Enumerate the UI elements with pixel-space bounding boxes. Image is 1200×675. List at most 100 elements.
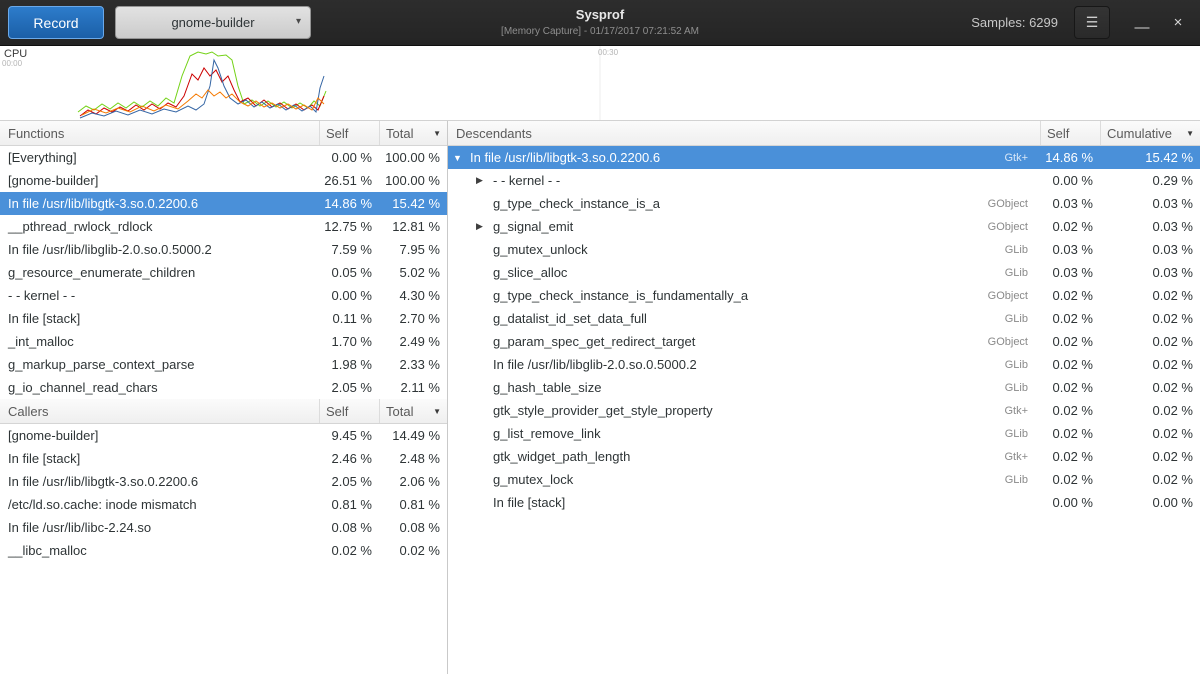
total-percent: 2.33 % — [379, 357, 447, 372]
table-row[interactable]: __pthread_rwlock_rdlock12.75 %12.81 % — [0, 215, 447, 238]
table-row[interactable]: _int_malloc1.70 %2.49 % — [0, 330, 447, 353]
row-name-cell: g_list_remove_link — [448, 426, 1005, 441]
row-name-cell: g_hash_table_size — [448, 380, 1005, 395]
capture-subtitle: [Memory Capture] - 01/17/2017 07:21:52 A… — [501, 26, 699, 37]
descendants-self-column-header[interactable]: Self — [1040, 121, 1100, 145]
table-row[interactable]: g_type_check_instance_is_aGObject0.03 %0… — [448, 192, 1200, 215]
row-label: g_list_remove_link — [493, 426, 601, 441]
row-label: g_mutex_lock — [493, 472, 573, 487]
table-row[interactable]: In file /usr/lib/libgtk-3.so.0.2200.6 2.0… — [0, 470, 447, 493]
table-row[interactable]: In file /usr/lib/libglib-2.0.so.0.5000.2… — [0, 238, 447, 261]
total-percent: 12.81 % — [379, 219, 447, 234]
row-name-cell: ▶- - kernel - - — [448, 173, 1028, 188]
table-row[interactable]: g_param_spec_get_redirect_targetGObject0… — [448, 330, 1200, 353]
table-row[interactable]: In file /usr/lib/libgtk-3.so.0.2200.6 14.… — [0, 192, 447, 215]
row-name-cell: g_type_check_instance_is_fundamentally_a — [448, 288, 988, 303]
table-row[interactable]: g_slice_allocGLib0.03 %0.03 % — [448, 261, 1200, 284]
self-percent: 12.75 % — [319, 219, 379, 234]
self-percent: 14.86 % — [319, 196, 379, 211]
table-row[interactable]: g_datalist_id_set_data_fullGLib0.02 %0.0… — [448, 307, 1200, 330]
table-row[interactable]: g_io_channel_read_chars2.05 %2.11 % — [0, 376, 447, 399]
close-button[interactable]: × — [1164, 8, 1192, 38]
table-row[interactable]: In file [stack]0.00 %0.00 % — [448, 491, 1200, 514]
table-row[interactable]: [gnome-builder]9.45 %14.49 % — [0, 424, 447, 447]
table-row[interactable]: g_resource_enumerate_children0.05 %5.02 … — [0, 261, 447, 284]
left-pane: Functions Self Total ▼ [Everything]0.00 … — [0, 121, 448, 674]
self-percent: 0.08 % — [319, 520, 379, 535]
right-pane: Descendants Self Cumulative ▼ ▼In file /… — [448, 121, 1200, 674]
library-tag: Gtk+ — [1004, 451, 1040, 463]
library-tag: GLib — [1005, 267, 1040, 279]
self-percent: 26.51 % — [319, 173, 379, 188]
self-percent: 9.45 % — [319, 428, 379, 443]
table-row[interactable]: g_list_remove_linkGLib0.02 %0.02 % — [448, 422, 1200, 445]
table-row[interactable]: gtk_style_provider_get_style_propertyGtk… — [448, 399, 1200, 422]
total-percent: 0.03 % — [1100, 242, 1200, 257]
profile-target-dropdown[interactable]: gnome-builder ▾ — [115, 6, 311, 39]
table-row[interactable]: In file [stack]0.11 %2.70 % — [0, 307, 447, 330]
table-row[interactable]: __libc_malloc0.02 %0.02 % — [0, 539, 447, 562]
table-row[interactable]: ▶g_signal_emitGObject0.02 %0.03 % — [448, 215, 1200, 238]
row-label: [gnome-builder] — [8, 428, 98, 443]
expander-closed-icon[interactable]: ▶ — [476, 221, 493, 232]
self-percent: 0.02 % — [1040, 357, 1100, 372]
self-percent: 0.02 % — [1040, 449, 1100, 464]
callers-column-header[interactable]: Callers — [0, 399, 319, 423]
row-name-cell: g_slice_alloc — [448, 265, 1005, 280]
total-percent: 0.02 % — [1100, 449, 1200, 464]
row-label: In file [stack] — [8, 311, 80, 326]
total-percent: 0.29 % — [1100, 173, 1200, 188]
row-label: g_param_spec_get_redirect_target — [493, 334, 695, 349]
row-name-cell: [gnome-builder] — [0, 428, 319, 443]
table-row[interactable]: In file /usr/lib/libc-2.24.so0.08 %0.08 … — [0, 516, 447, 539]
expander-closed-icon[interactable]: ▶ — [476, 175, 493, 186]
descendants-cumulative-column-header[interactable]: Cumulative ▼ — [1100, 121, 1200, 145]
self-percent: 0.02 % — [1040, 426, 1100, 441]
descendants-column-header[interactable]: Descendants — [448, 121, 1040, 145]
cpu-graph[interactable]: CPU 00:00 00:30 — [0, 46, 1200, 121]
self-percent: 0.03 % — [1040, 265, 1100, 280]
table-row[interactable]: gtk_widget_path_lengthGtk+0.02 %0.02 % — [448, 445, 1200, 468]
table-row[interactable]: - - kernel - -0.00 %4.30 % — [0, 284, 447, 307]
total-percent: 2.06 % — [379, 474, 447, 489]
expander-open-icon[interactable]: ▼ — [453, 153, 470, 163]
table-row[interactable]: g_type_check_instance_is_fundamentally_a… — [448, 284, 1200, 307]
descendants-table: ▼In file /usr/lib/libgtk-3.so.0.2200.6Gt… — [448, 146, 1200, 514]
record-button[interactable]: Record — [8, 6, 104, 39]
functions-self-column-header[interactable]: Self — [319, 121, 379, 145]
row-label: In file /usr/lib/libglib-2.0.so.0.5000.2 — [493, 357, 697, 372]
table-row[interactable]: In file [stack]2.46 %2.48 % — [0, 447, 447, 470]
minimize-button[interactable]: — — [1128, 8, 1156, 38]
total-percent: 2.70 % — [379, 311, 447, 326]
table-row[interactable]: In file /usr/lib/libglib-2.0.so.0.5000.2… — [448, 353, 1200, 376]
table-row[interactable]: [gnome-builder]26.51 %100.00 % — [0, 169, 447, 192]
table-row[interactable]: ▶- - kernel - -0.00 %0.29 % — [448, 169, 1200, 192]
profile-target-label: gnome-builder — [171, 15, 254, 30]
hamburger-menu-button[interactable]: ☰ — [1074, 6, 1110, 39]
table-row[interactable]: /etc/ld.so.cache: inode mismatch0.81 %0.… — [0, 493, 447, 516]
library-tag: GLib — [1005, 382, 1040, 394]
table-row[interactable]: g_hash_table_sizeGLib0.02 %0.02 % — [448, 376, 1200, 399]
table-row[interactable]: g_mutex_lockGLib0.02 %0.02 % — [448, 468, 1200, 491]
functions-column-header[interactable]: Functions — [0, 121, 319, 145]
callers-table-header: Callers Self Total ▼ — [0, 399, 447, 424]
descendants-cumulative-column-label: Cumulative — [1107, 126, 1172, 141]
functions-total-column-header[interactable]: Total ▼ — [379, 121, 447, 145]
row-label: _int_malloc — [8, 334, 74, 349]
library-tag: GObject — [988, 290, 1040, 302]
row-label: g_hash_table_size — [493, 380, 601, 395]
sort-descending-icon: ▼ — [433, 129, 441, 138]
callers-total-column-header[interactable]: Total ▼ — [379, 399, 447, 423]
table-row[interactable]: g_mutex_unlockGLib0.03 %0.03 % — [448, 238, 1200, 261]
row-label: In file /usr/lib/libgtk-3.so.0.2200.6 — [8, 196, 198, 211]
row-name-cell: In file /usr/lib/libgtk-3.so.0.2200.6 — [0, 474, 319, 489]
self-percent: 0.02 % — [1040, 380, 1100, 395]
table-row[interactable]: g_markup_parse_context_parse1.98 %2.33 % — [0, 353, 447, 376]
table-row[interactable]: ▼In file /usr/lib/libgtk-3.so.0.2200.6Gt… — [448, 146, 1200, 169]
table-row[interactable]: [Everything]0.00 %100.00 % — [0, 146, 447, 169]
total-percent: 0.02 % — [1100, 472, 1200, 487]
row-label: - - kernel - - — [8, 288, 75, 303]
library-tag: GLib — [1005, 428, 1040, 440]
total-percent: 0.02 % — [1100, 380, 1200, 395]
callers-self-column-header[interactable]: Self — [319, 399, 379, 423]
